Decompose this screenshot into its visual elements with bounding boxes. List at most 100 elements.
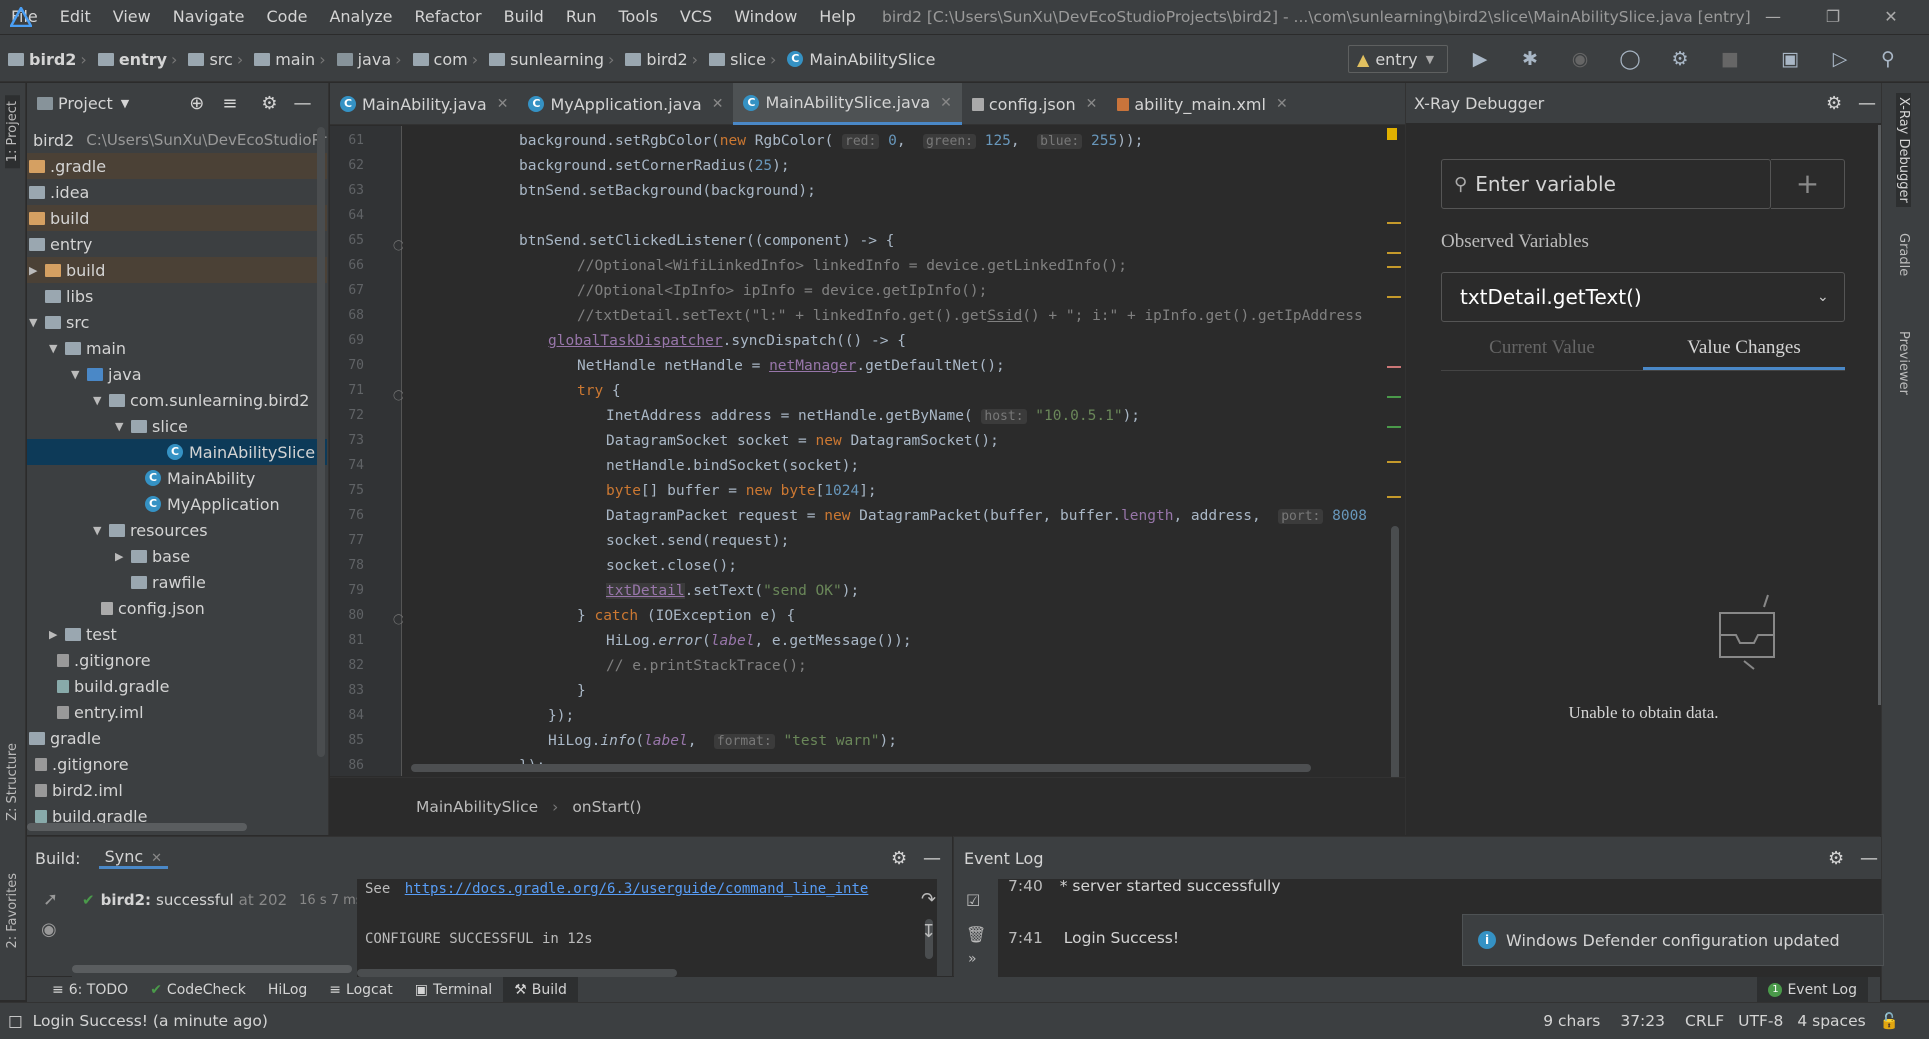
- hide-icon[interactable]: —: [1858, 93, 1876, 114]
- tree-item-config-json[interactable]: config.json: [27, 595, 327, 621]
- trash-icon[interactable]: 🗑: [966, 925, 986, 944]
- more-icon[interactable]: »: [968, 951, 977, 967]
- add-variable-button[interactable]: +: [1771, 159, 1845, 209]
- crumb-main[interactable]: main ›: [254, 50, 330, 69]
- tab-value-changes[interactable]: Value Changes: [1643, 327, 1845, 370]
- tree-item-idea[interactable]: .idea: [27, 179, 327, 205]
- code-line[interactable]: socket.close();: [403, 554, 737, 579]
- tab-mainabilityslice-java[interactable]: C MainAbilitySlice.java ✕: [733, 83, 962, 125]
- profile-icon[interactable]: ◯: [1618, 47, 1642, 71]
- code-line[interactable]: //txtDetail.setText("l:" + linkedInfo.ge…: [403, 304, 1363, 329]
- code-line[interactable]: background.setCornerRadius(25);: [403, 154, 790, 179]
- tree-item-gitignore[interactable]: .gitignore: [27, 751, 327, 777]
- error-marker[interactable]: [1387, 366, 1401, 368]
- build-tree-scrollbar[interactable]: [72, 965, 352, 973]
- tree-item-gradle[interactable]: gradle: [27, 725, 327, 751]
- menu-analyze[interactable]: Analyze: [318, 0, 403, 34]
- minimize-button[interactable]: —: [1750, 0, 1796, 34]
- tree-item-bird2-root[interactable]: bird2 C:\Users\SunXu\DevEcoStudioPro: [27, 127, 327, 153]
- tree-item-build[interactable]: build: [27, 205, 327, 231]
- tree-item-package[interactable]: ▼ com.sunlearning.bird2: [27, 387, 327, 413]
- project-structure-icon[interactable]: ▣: [1778, 47, 1802, 71]
- code-line[interactable]: globalTaskDispatcher.syncDispatch(() -> …: [403, 329, 906, 354]
- close-icon[interactable]: ✕: [712, 96, 724, 112]
- build-result-row[interactable]: ✔ bird2: successful at 202 16 s 7 ms: [82, 891, 363, 909]
- menu-view[interactable]: View: [102, 0, 162, 34]
- run-configuration-select[interactable]: ▲ entry ▼: [1348, 45, 1448, 73]
- pin-icon[interactable]: ➚: [43, 889, 58, 910]
- crumb-sunlearning[interactable]: sunlearning ›: [489, 50, 619, 69]
- tree-item-libs[interactable]: libs: [27, 283, 327, 309]
- attach-debugger-icon[interactable]: ⚙: [1668, 47, 1692, 71]
- stop-icon[interactable]: ■: [1718, 47, 1742, 71]
- tree-item-entry-build[interactable]: ▶ build: [27, 257, 327, 283]
- tab-ability-main-xml[interactable]: ability_main.xml ✕: [1107, 83, 1297, 125]
- run-with-coverage-icon[interactable]: ◉: [1568, 47, 1592, 71]
- close-icon[interactable]: ✕: [151, 851, 162, 866]
- code-line[interactable]: DatagramSocket socket = new DatagramSock…: [403, 429, 999, 454]
- codecheck-tool-button[interactable]: ✔ CodeCheck: [139, 977, 257, 1002]
- crumb-mainabilityslice[interactable]: C MainAbilitySlice: [787, 50, 935, 69]
- crumb-java[interactable]: java ›: [336, 50, 407, 69]
- code-line[interactable]: }: [403, 679, 586, 704]
- menu-window[interactable]: Window: [723, 0, 808, 34]
- code-line[interactable]: try {: [403, 379, 621, 404]
- crumb-bird2[interactable]: bird2 ›: [8, 50, 92, 69]
- layout-icon[interactable]: □: [8, 1012, 23, 1030]
- lock-icon[interactable]: 🔓: [1880, 1012, 1899, 1030]
- code-line[interactable]: // e.printStackTrace();: [403, 654, 807, 679]
- collapse-arrow-icon[interactable]: ▼: [93, 524, 103, 537]
- code-line[interactable]: socket.send(request);: [403, 529, 789, 554]
- tab-config-json[interactable]: config.json ✕: [962, 83, 1108, 125]
- scroll-to-end-icon[interactable]: ↧: [921, 921, 936, 942]
- collapse-arrow-icon[interactable]: ▼: [115, 420, 125, 433]
- change-marker[interactable]: [1387, 396, 1401, 398]
- expand-arrow-icon[interactable]: ▶: [115, 550, 125, 563]
- tree-item-myapplication[interactable]: C MyApplication: [27, 491, 327, 517]
- collapse-arrow-icon[interactable]: ▼: [93, 394, 103, 407]
- warning-marker[interactable]: [1387, 252, 1401, 254]
- editor-horizontal-scrollbar[interactable]: [411, 764, 1311, 772]
- previewer-tool-button[interactable]: Previewer: [1896, 331, 1911, 395]
- code-line[interactable]: });: [403, 704, 574, 729]
- crumb-com[interactable]: com ›: [412, 50, 484, 69]
- expand-arrow-icon[interactable]: ▶: [49, 628, 59, 641]
- code-line[interactable]: } catch (IOException e) {: [403, 604, 795, 629]
- line-separator[interactable]: CRLF: [1685, 1012, 1724, 1030]
- search-icon[interactable]: ⚲: [1876, 47, 1900, 71]
- terminal-tool-button[interactable]: ▣ Terminal: [404, 977, 503, 1002]
- code-line[interactable]: netHandle.bindSocket(socket);: [403, 454, 859, 479]
- vertical-scrollbar[interactable]: [317, 127, 325, 757]
- run-icon[interactable]: ▶: [1468, 47, 1492, 71]
- crumb-src[interactable]: src ›: [188, 50, 248, 69]
- close-icon[interactable]: ✕: [940, 95, 952, 111]
- event-log-tool-button[interactable]: 1 Event Log: [1757, 977, 1868, 1002]
- menu-tools[interactable]: Tools: [608, 0, 669, 34]
- code-line[interactable]: //Optional<WifiLinkedInfo> linkedInfo = …: [403, 254, 1127, 279]
- menu-refactor[interactable]: Refactor: [404, 0, 493, 34]
- gear-icon[interactable]: ⚙: [891, 848, 907, 869]
- code-line[interactable]: DatagramPacket request = new DatagramPac…: [403, 504, 1367, 529]
- indent-setting[interactable]: 4 spaces: [1797, 1012, 1865, 1030]
- tab-myapplication-java[interactable]: C MyApplication.java ✕: [518, 83, 733, 125]
- gear-icon[interactable]: ⚙: [1828, 848, 1844, 869]
- menu-build[interactable]: Build: [493, 0, 555, 34]
- restore-button[interactable]: ❐: [1810, 0, 1856, 34]
- tree-item-main[interactable]: ▼ main: [27, 335, 327, 361]
- hide-icon[interactable]: —: [294, 93, 312, 114]
- tree-item-mainabilityslice[interactable]: C MainAbilitySlice: [27, 439, 327, 465]
- code-line[interactable]: background.setRgbColor(new RgbColor( red…: [403, 129, 1143, 154]
- gear-icon[interactable]: ⚙: [1826, 93, 1842, 114]
- mark-read-icon[interactable]: ☑: [966, 891, 980, 910]
- warning-icon[interactable]: [1387, 128, 1397, 140]
- warning-marker[interactable]: [1387, 296, 1401, 298]
- collapse-arrow-icon[interactable]: ▼: [71, 368, 81, 381]
- code-line[interactable]: byte[] buffer = new byte[1024];: [403, 479, 877, 504]
- collapse-all-icon[interactable]: ≡: [222, 93, 237, 114]
- todo-tool-button[interactable]: ≡ 6: TODO: [41, 977, 139, 1002]
- code-line[interactable]: btnSend.setBackground(background);: [403, 179, 816, 204]
- eye-icon[interactable]: ◉: [41, 919, 57, 940]
- chevron-down-icon[interactable]: ▼: [121, 97, 129, 110]
- gradle-tool-button[interactable]: Gradle: [1896, 233, 1911, 276]
- expand-arrow-icon[interactable]: ▶: [29, 264, 39, 277]
